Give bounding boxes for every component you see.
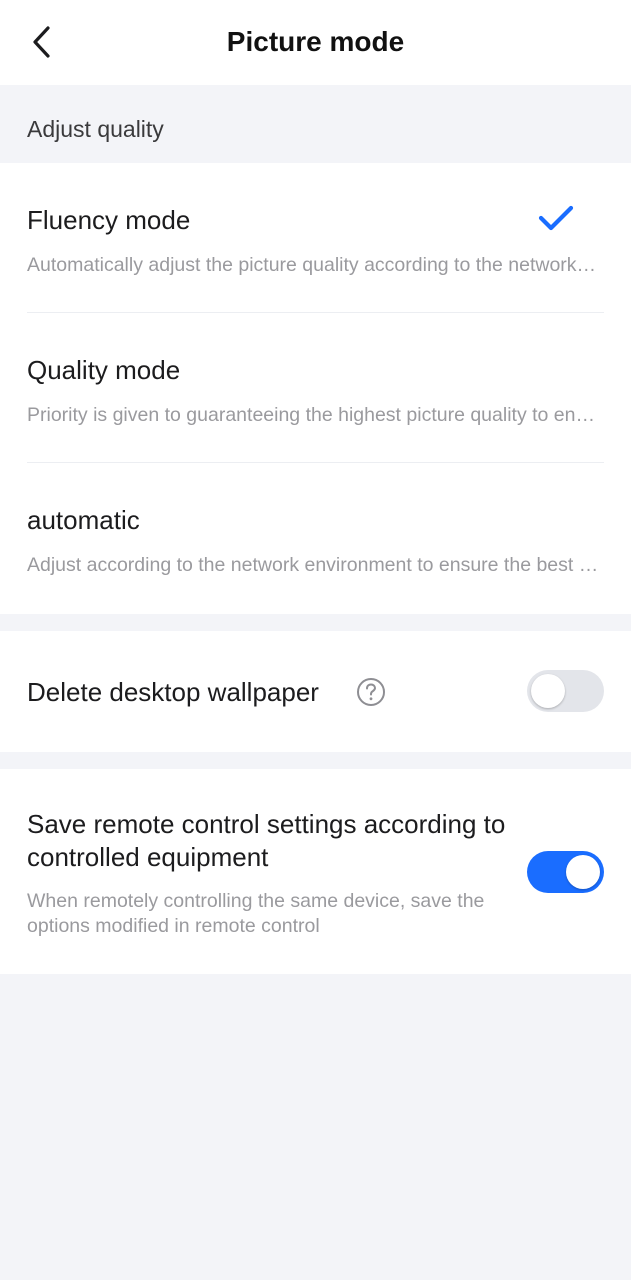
section-label-adjust-quality: Adjust quality bbox=[27, 116, 164, 142]
question-circle-icon[interactable] bbox=[356, 677, 386, 707]
page-title: Picture mode bbox=[226, 26, 405, 57]
save-settings-description: When remotely controlling the same devic… bbox=[27, 890, 485, 937]
top-bar: Picture mode bbox=[0, 0, 631, 85]
option-description: Automatically adjust the picture quality… bbox=[27, 254, 601, 276]
checkmark-icon bbox=[538, 205, 574, 231]
wallpaper-setting-label: Delete desktop wallpaper bbox=[27, 677, 319, 707]
quality-options-group: Fluency mode Automatically adjust the pi… bbox=[0, 163, 631, 614]
toggle-knob bbox=[531, 674, 565, 708]
option-description: Priority is given to guaranteeing the hi… bbox=[27, 404, 601, 426]
save-settings-toggle[interactable] bbox=[527, 851, 604, 893]
option-title: Quality mode bbox=[27, 355, 181, 385]
wallpaper-toggle[interactable] bbox=[527, 670, 604, 712]
save-settings-label: Save remote control settings according t… bbox=[27, 809, 506, 872]
option-fluency-mode[interactable]: Fluency mode Automatically adjust the pi… bbox=[0, 163, 631, 313]
toggle-knob bbox=[566, 855, 600, 889]
option-title: automatic bbox=[27, 505, 140, 535]
option-quality-mode[interactable]: Quality mode Priority is given to guaran… bbox=[0, 313, 631, 463]
option-automatic[interactable]: automatic Adjust according to the networ… bbox=[0, 463, 631, 613]
option-description: Adjust according to the network environm… bbox=[27, 554, 601, 576]
option-title: Fluency mode bbox=[27, 205, 191, 235]
